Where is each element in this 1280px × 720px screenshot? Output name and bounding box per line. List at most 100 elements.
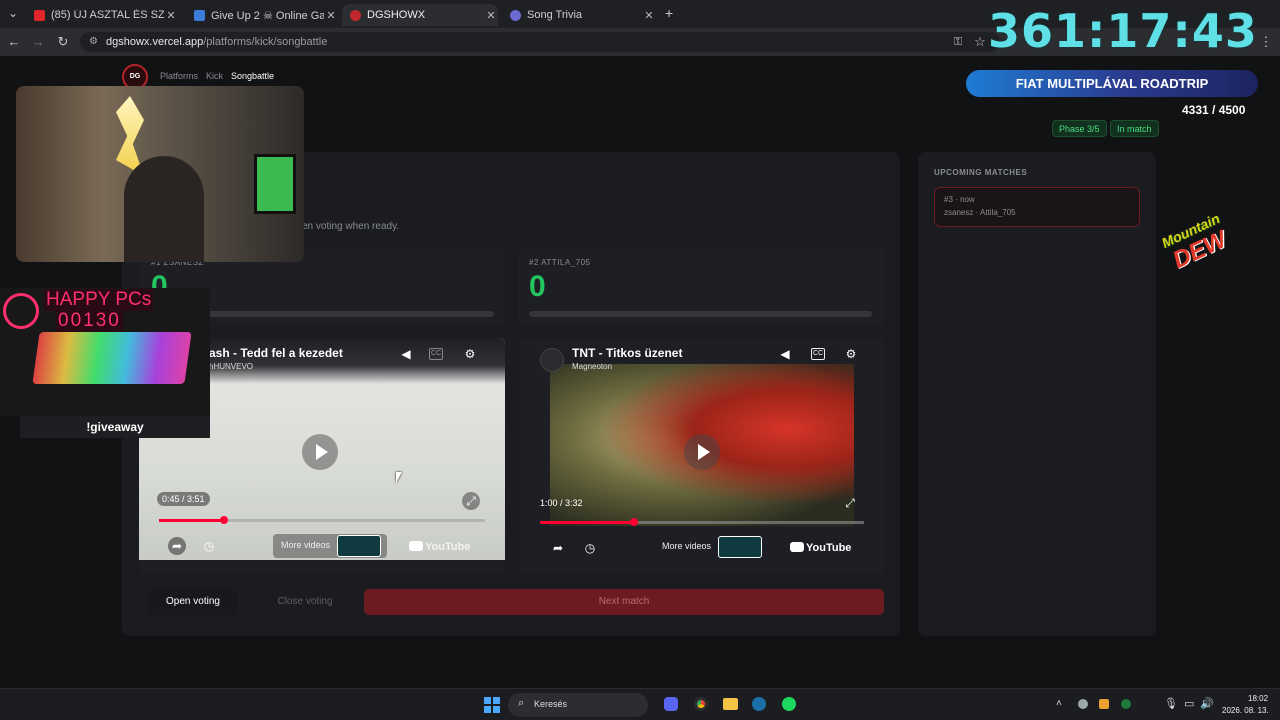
tray-app-icon[interactable] (1099, 699, 1109, 709)
new-tab-icon[interactable]: + (665, 5, 673, 21)
cc-icon[interactable]: CC (811, 348, 825, 360)
mute-icon[interactable]: ◀ (776, 345, 794, 363)
tab-give-up[interactable]: Give Up 2 ☠ Online Game | G ✕ (186, 4, 338, 26)
search-label: Keresés (534, 699, 568, 709)
webcam-person (124, 156, 204, 262)
clock-time[interactable]: 18:02 (1248, 694, 1268, 703)
close-tab-icon[interactable]: ✕ (484, 9, 498, 22)
tab-title: Give Up 2 ☠ Online Game | G (211, 9, 324, 22)
youtube-logo-icon[interactable]: YouTube (409, 541, 470, 553)
back-arrow-icon[interactable]: ← (6, 34, 22, 50)
settings-gear-icon[interactable]: ⚙ (461, 345, 479, 363)
reload-icon[interactable]: ↻ (55, 34, 71, 50)
video-1-channel[interactable]: hHUNVEVO (209, 362, 253, 371)
mute-icon[interactable]: ◀ (397, 345, 415, 363)
upcoming-panel: UPCOMING MATCHES #3 · now zsanesz · Atti… (918, 152, 1156, 636)
start-windows-icon[interactable] (484, 697, 500, 713)
taskbar-search[interactable]: ⌕ Keresés (508, 693, 648, 717)
youtube-label: YouTube (425, 541, 471, 553)
share-icon[interactable]: ➦ (549, 539, 567, 557)
site-info-icon[interactable]: ⚙ (89, 32, 98, 52)
bookmark-star-icon[interactable]: ☆ (972, 34, 988, 50)
more-videos-button[interactable]: More videos (273, 534, 387, 558)
tray-steam-icon[interactable] (1078, 699, 1088, 709)
fullscreen-icon[interactable]: ⤢ (841, 494, 859, 512)
youtube-logo-icon[interactable]: YouTube (790, 542, 851, 554)
mic-icon[interactable]: 🎙 (1164, 697, 1178, 710)
tray-status-icon[interactable] (1121, 699, 1131, 709)
play-button[interactable] (302, 434, 338, 470)
tab-youtube[interactable]: (85) ÚJ ASZTAL ÉS SZÉK ÖSSZEI ✕ (26, 4, 178, 26)
cc-icon[interactable]: CC (429, 348, 443, 360)
happy-pcs-code: 00130 (56, 310, 123, 332)
more-videos-thumb (718, 536, 762, 558)
upcoming-match-item[interactable]: #3 · now zsanesz · Attila_705 (934, 187, 1140, 227)
tab-menu-icon[interactable]: ⌄ (8, 6, 18, 20)
volume-icon[interactable]: 🔊 (1200, 697, 1214, 710)
close-tab-icon[interactable]: ✕ (642, 9, 656, 22)
breadcrumb: Platforms Kick Songbattle (160, 71, 274, 81)
chrome-icon[interactable] (694, 697, 708, 711)
dgshowx-favicon-icon (350, 9, 361, 21)
video-2-progress-fill (540, 521, 634, 524)
open-voting-button[interactable]: Open voting (148, 589, 238, 615)
share-icon[interactable]: ➦ (168, 537, 186, 555)
upcoming-title: UPCOMING MATCHES (934, 168, 1028, 177)
video-1-time: 0:45 / 3:51 (157, 492, 210, 506)
steam-icon[interactable] (752, 697, 766, 711)
more-videos-label: More videos (281, 540, 331, 550)
url-host: dgshowx.vercel.app (106, 36, 204, 48)
key-icon[interactable]: ⚿ (950, 34, 966, 50)
breadcrumb-platforms[interactable]: Platforms (160, 71, 198, 81)
play-button[interactable] (684, 434, 720, 470)
voting-hint: en voting when ready. (302, 221, 400, 232)
network-icon[interactable]: ▭ (1184, 697, 1194, 710)
settings-gear-icon[interactable]: ⚙ (842, 345, 860, 363)
discord-icon[interactable] (664, 697, 678, 711)
player-2-card: #2 ATTILA_705 0 (518, 248, 884, 326)
video-2-title[interactable]: TNT - Titkos üzenet (572, 346, 682, 360)
video-1-title[interactable]: ash - Tedd fel a kezedet (209, 346, 343, 360)
youtube-label: YouTube (806, 542, 852, 554)
video-2-scrubber[interactable] (629, 518, 638, 526)
file-explorer-icon[interactable] (723, 698, 738, 710)
close-voting-button[interactable]: Close voting (260, 589, 350, 615)
watch-later-icon[interactable]: ◷ (200, 537, 218, 555)
address-bar[interactable]: ⚙ dgshowx.vercel.app/platforms/kick/song… (80, 32, 1000, 52)
channel-avatar[interactable] (540, 348, 564, 372)
close-tab-icon[interactable]: ✕ (324, 9, 338, 22)
youtube-favicon-icon (34, 9, 45, 21)
mouse-cursor (396, 472, 402, 483)
more-videos-label: More videos (662, 541, 712, 551)
tab-song-trivia[interactable]: Song Trivia ✕ (502, 4, 656, 26)
video-1-progress-track[interactable] (159, 516, 485, 524)
phase-badge: Phase 3/5 (1052, 120, 1107, 137)
forward-arrow-icon[interactable]: → (30, 34, 46, 50)
watch-later-icon[interactable]: ◷ (581, 539, 599, 557)
close-tab-icon[interactable]: ✕ (164, 9, 178, 22)
status-badge: In match (1110, 120, 1159, 137)
upcoming-match-id: #3 · now (944, 195, 975, 204)
clock-date[interactable]: 2026. 08. 13. (1222, 706, 1269, 715)
video-2-channel[interactable]: Magneoton (572, 362, 612, 371)
tab-dgshowx[interactable]: DGSHOWX ✕ (342, 4, 498, 26)
breadcrumb-kick[interactable]: Kick (206, 71, 223, 81)
more-videos-button[interactable]: More videos (654, 535, 768, 559)
webcam-monitor (254, 154, 296, 214)
tray-chevron-icon[interactable]: ˄ (1056, 698, 1062, 709)
next-match-button[interactable]: Next match (364, 589, 884, 615)
player-2-label: #2 ATTILA_705 (529, 258, 591, 267)
spotify-icon[interactable] (782, 697, 796, 711)
play-triangle-icon (316, 444, 328, 460)
giveaway-banner: !giveaway (20, 416, 210, 438)
roadtrip-banner: FIAT MULTIPLÁVAL ROADTRIP (966, 70, 1258, 97)
tab-title: Song Trivia (527, 9, 583, 21)
video-2-progress-track[interactable] (540, 518, 864, 526)
fullscreen-icon[interactable]: ⤢ (462, 492, 480, 510)
browser-menu-icon[interactable]: ⋮ (1258, 34, 1274, 50)
game-favicon-icon (194, 9, 205, 21)
video-player-2[interactable]: TNT - Titkos üzenet Magneoton ◀ CC ⚙ 1:0… (520, 338, 884, 574)
trivia-favicon-icon (510, 9, 521, 21)
url-path: /platforms/kick/songbattle (203, 36, 328, 48)
roadtrip-progress: 4331 / 4500 (1182, 103, 1246, 117)
